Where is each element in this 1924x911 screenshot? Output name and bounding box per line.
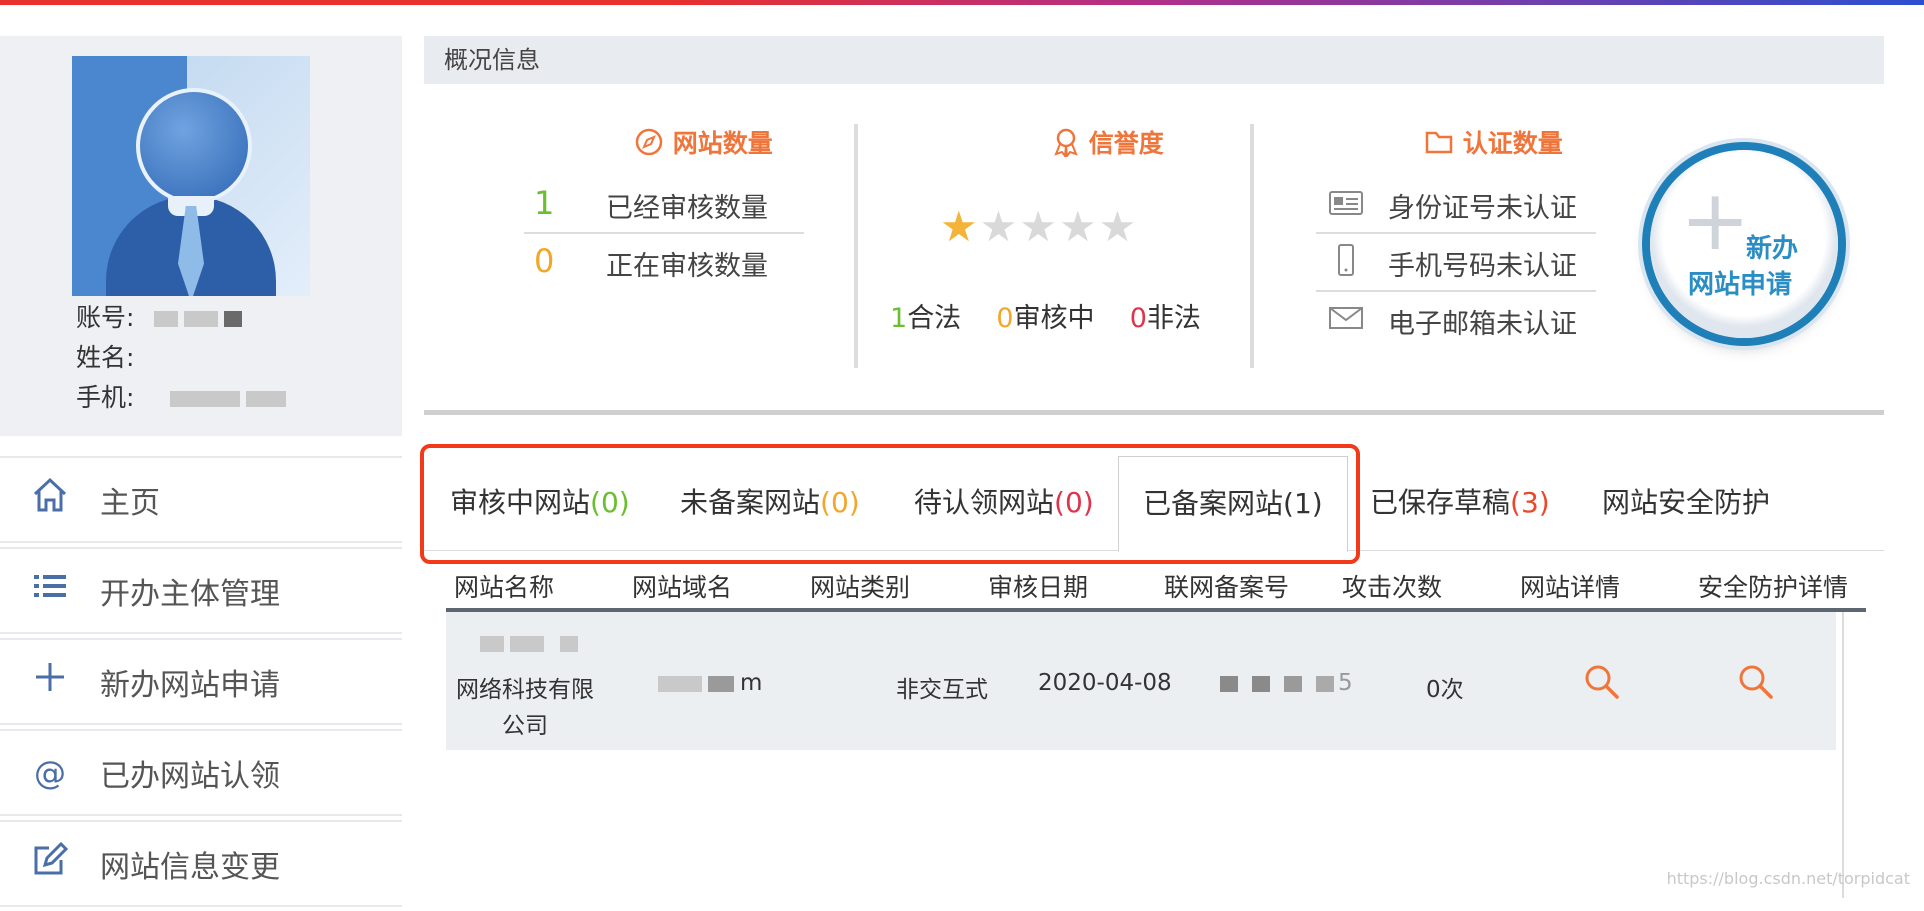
account-label: 账号: — [76, 303, 135, 332]
sidebar-item-label: 开办主体管理 — [100, 576, 280, 612]
illegal-count: 0 — [1129, 303, 1147, 334]
folder-icon — [1425, 131, 1453, 154]
masked-value — [170, 391, 241, 407]
tab-unregistered[interactable]: 未备案网站(0) — [680, 456, 860, 550]
profile-panel: 账号: 姓名: 手机: — [0, 36, 402, 436]
phone-row: 手机: — [76, 378, 292, 414]
id-card-icon — [1329, 191, 1363, 215]
approved-count-label: 已经审核数量 — [606, 193, 768, 224]
account-row: 账号: — [76, 298, 248, 334]
search-icon[interactable] — [1736, 662, 1776, 702]
phone-label: 手机: — [76, 383, 135, 412]
illegal-label: 非法 — [1146, 303, 1201, 334]
reputation-title: 信誉度 — [1052, 124, 1164, 160]
section-divider — [424, 410, 1884, 415]
tab-drafts[interactable]: 已保存草稿(3) — [1370, 456, 1550, 550]
plus-icon — [0, 658, 100, 705]
star-empty-icon: ★ — [1019, 202, 1059, 251]
legal-count: 1 — [890, 303, 908, 334]
star-empty-icon: ★ — [1098, 202, 1139, 251]
list-icon — [0, 567, 100, 614]
review-date: 2020-04-08 — [1038, 670, 1172, 696]
sidebar-item-home[interactable]: 主页 — [0, 456, 402, 543]
sidebar-item-label: 已办网站认领 — [100, 758, 280, 794]
site-category: 非交互式 — [896, 677, 988, 703]
col-domain: 网站域名 — [632, 573, 733, 602]
new-site-application-button[interactable]: + 新办 网站申请 — [1650, 150, 1838, 338]
watermark: https://blog.csdn.net/torpidcat — [1666, 869, 1910, 888]
reviewing-count: 0 — [534, 242, 555, 280]
reviewing-count-label: 正在审核数量 — [606, 251, 768, 282]
home-icon — [0, 476, 100, 523]
summary-header: 概况信息 — [424, 36, 1884, 84]
phone-cert-row[interactable]: 手机号码未认证 — [1316, 234, 1596, 292]
sidebar-item-site-change[interactable]: 网站信息变更 — [0, 820, 402, 907]
masked-name-prefix — [480, 630, 584, 656]
mobile-phone-icon — [1338, 244, 1354, 276]
at-icon: @ — [34, 753, 66, 792]
star-empty-icon: ★ — [979, 202, 1020, 251]
sidebar-item-new-site[interactable]: 新办网站申请 — [0, 638, 402, 725]
legal-label: 合法 — [907, 303, 962, 334]
tab-reviewing[interactable]: 审核中网站(0) — [450, 456, 630, 550]
record-number: 5 — [1220, 670, 1353, 696]
name-row: 姓名: — [76, 338, 134, 374]
edit-icon — [0, 840, 100, 887]
col-attacks: 攻击次数 — [1342, 573, 1443, 602]
col-record-no: 联网备案号 — [1164, 573, 1290, 602]
review-label: 审核中 — [1013, 303, 1095, 334]
review-count: 0 — [996, 303, 1014, 334]
badge-icon — [1054, 128, 1078, 159]
tab-security[interactable]: 网站安全防护 — [1602, 456, 1770, 550]
compass-icon — [635, 128, 663, 156]
reputation-stars: ★★★★★ — [940, 202, 1138, 251]
tab-to-claim[interactable]: 待认领网站(0) — [914, 456, 1094, 550]
site-domain: m — [658, 670, 762, 696]
sidebar-item-label: 新办网站申请 — [100, 667, 280, 703]
email-cert-row[interactable]: 电子邮箱未认证 — [1316, 292, 1596, 348]
reputation-stats: 1合法 0审核中 0非法 — [890, 296, 1201, 335]
tab-registered[interactable]: 已备案网站(1) — [1118, 456, 1348, 552]
sidebar-item-claim-site[interactable]: @ 已办网站认领 — [0, 729, 402, 816]
name-label: 姓名: — [76, 343, 135, 372]
summary-panel: 网站数量 1 已经审核数量 0 正在审核数量 信誉度 ★★★★★ 1合法 0审核… — [424, 84, 1884, 410]
avatar — [72, 56, 310, 296]
approved-count: 1 — [534, 184, 555, 222]
email-cert-label: 电子邮箱未认证 — [1388, 309, 1577, 340]
col-site-name: 网站名称 — [454, 573, 555, 602]
sidebar-item-label: 主页 — [100, 485, 160, 521]
search-icon[interactable] — [1582, 662, 1622, 702]
approved-count-row: 1 已经审核数量 — [524, 176, 804, 234]
id-cert-label: 身份证号未认证 — [1388, 193, 1577, 224]
table-row: 网络科技有限 公司 m 非交互式 2020-04-08 5 0次 — [446, 612, 1836, 750]
id-cert-row[interactable]: 身份证号未认证 — [1316, 176, 1596, 234]
table-header: 网站名称 网站域名 网站类别 审核日期 联网备案号 攻击次数 网站详情 安全防护… — [446, 562, 1866, 612]
top-gradient-bar — [0, 0, 1924, 5]
sidebar-item-entity-management[interactable]: 开办主体管理 — [0, 547, 402, 634]
sidebar-item-label: 网站信息变更 — [100, 849, 280, 885]
sidebar-menu: 主页 开办主体管理 新办网站申请 @ 已办网站认领 网站信息变更 — [0, 456, 402, 911]
col-security-details: 安全防护详情 — [1698, 573, 1849, 602]
plus-icon: + — [1680, 171, 1751, 269]
attack-count: 0次 — [1426, 677, 1464, 703]
star-filled-icon: ★ — [940, 202, 980, 251]
envelope-icon — [1329, 307, 1363, 329]
certification-title: 认证数量 — [1424, 124, 1563, 160]
col-date: 审核日期 — [988, 573, 1089, 602]
col-category: 网站类别 — [810, 573, 911, 602]
site-tabs: 审核中网站(0) 未备案网站(0) 待认领网站(0) 已备案网站(1) 已保存草… — [424, 456, 1884, 552]
site-count-title: 网站数量 — [634, 124, 773, 160]
site-name-line1: 网络科技有限 — [456, 677, 594, 703]
site-name-line2: 公司 — [502, 713, 548, 739]
star-empty-icon: ★ — [1058, 202, 1099, 251]
phone-cert-label: 手机号码未认证 — [1388, 251, 1577, 282]
divider — [854, 124, 858, 368]
masked-value — [154, 311, 179, 327]
divider — [1250, 124, 1254, 368]
reviewing-count-row: 0 正在审核数量 — [524, 234, 804, 290]
table-body: 网络科技有限 公司 m 非交互式 2020-04-08 5 0次 — [446, 612, 1844, 898]
col-details: 网站详情 — [1520, 573, 1621, 602]
